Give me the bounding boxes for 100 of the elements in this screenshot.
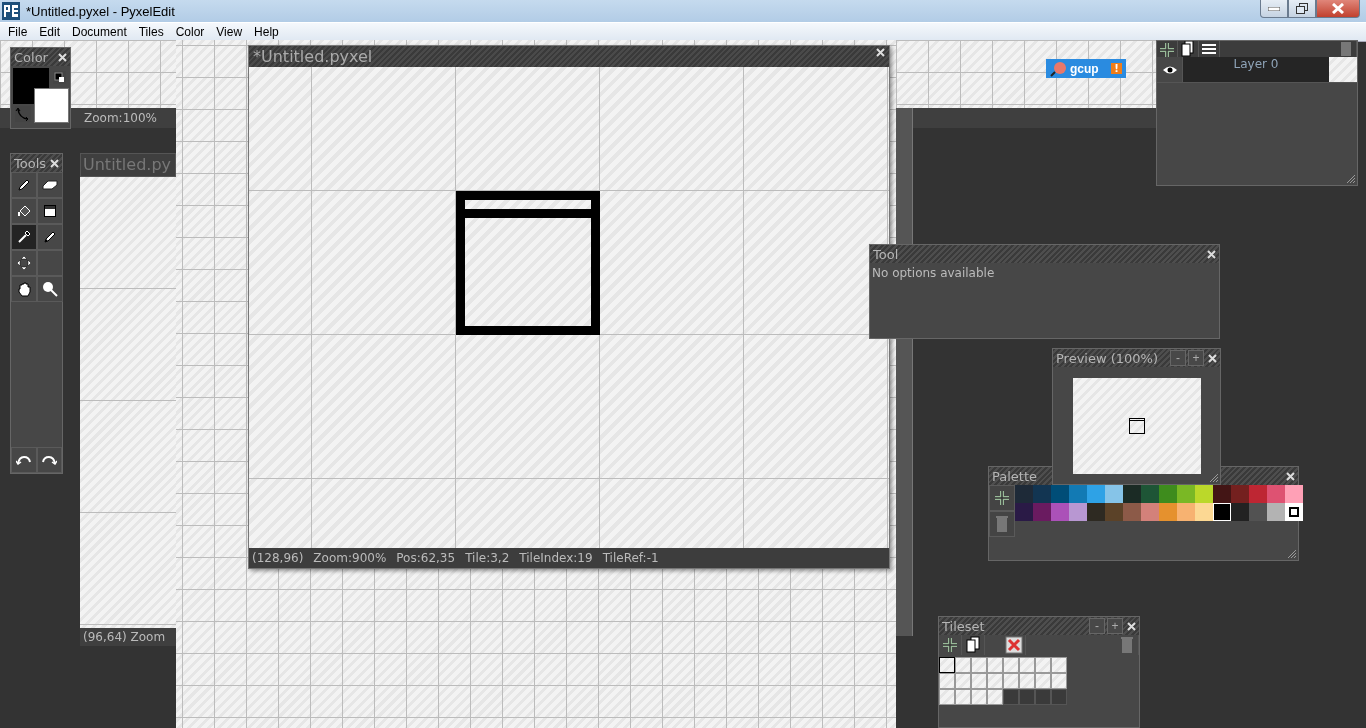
tile[interactable] [939,657,955,673]
menu-item[interactable]: Color [169,25,211,39]
menu-item[interactable]: Tiles [132,25,170,39]
tile[interactable] [987,689,1003,705]
tile[interactable] [1035,673,1051,689]
color-swatch[interactable] [1195,485,1213,503]
tile[interactable] [1019,673,1035,689]
color-swatch[interactable] [1105,485,1123,503]
menu-item[interactable]: View [210,25,249,39]
tile[interactable] [1035,657,1051,673]
menu-item[interactable]: Document [66,25,133,39]
tool-button[interactable] [11,198,37,224]
zoom-out-button[interactable]: - [1170,350,1186,366]
minimize-button[interactable] [1260,0,1288,18]
redo-button[interactable] [36,447,62,473]
color-swatch[interactable] [1231,503,1249,521]
tile[interactable] [939,673,955,689]
color-swatch[interactable] [1267,503,1285,521]
close-icon[interactable] [1286,471,1295,481]
color-swatch[interactable] [1051,485,1069,503]
resize-grip-icon[interactable] [1209,473,1219,483]
tile[interactable] [955,673,971,689]
tile[interactable] [971,657,987,673]
close-icon[interactable] [50,158,59,168]
menu-item[interactable]: Edit [33,25,67,39]
status-text: TileRef:-1 [602,551,659,565]
color-swatch[interactable] [1087,503,1105,521]
tile[interactable] [971,673,987,689]
tool-button[interactable] [37,172,63,198]
tile[interactable] [939,689,955,705]
tile[interactable] [971,689,987,705]
layer-name[interactable]: Layer 0 [1183,57,1329,82]
color-swatch[interactable] [1249,503,1267,521]
zoom-in-button[interactable]: + [1107,618,1123,634]
color-swatch[interactable] [1285,503,1303,521]
menu-item[interactable]: Help [248,25,285,39]
color-swatch[interactable] [1033,485,1051,503]
color-swatch[interactable] [1069,503,1087,521]
duplicate-icon[interactable] [1178,41,1199,57]
secondary-color-swatch[interactable] [34,88,69,123]
tile[interactable] [1051,657,1067,673]
tool-button[interactable] [11,250,37,276]
tool-button[interactable] [11,276,37,302]
eye-icon[interactable] [1161,64,1178,75]
resize-grip-icon[interactable] [1287,549,1297,559]
default-colors-icon[interactable] [53,71,66,84]
color-swatch[interactable] [1105,503,1123,521]
color-swatch[interactable] [1213,485,1231,503]
tool-button[interactable] [37,198,63,224]
color-swatch[interactable] [1087,485,1105,503]
color-swatch[interactable] [1285,485,1303,503]
color-swatch[interactable] [1249,485,1267,503]
tool-button[interactable] [37,224,63,250]
color-swatch[interactable] [1231,485,1249,503]
color-swatch[interactable] [1069,485,1087,503]
close-icon[interactable] [1127,621,1136,631]
tile[interactable] [1003,657,1019,673]
tile[interactable] [987,657,1003,673]
plus-icon[interactable] [989,485,1015,511]
close-icon[interactable] [58,52,67,62]
color-swatch[interactable] [1159,503,1177,521]
panel-title: Tools [14,155,47,171]
menu-item[interactable]: File [2,25,34,39]
undo-button[interactable] [11,447,37,473]
resize-grip-icon[interactable] [1346,174,1356,184]
tile[interactable] [1003,673,1019,689]
tool-button[interactable] [37,276,63,302]
notification-badge[interactable]: gcup ! [1046,59,1126,78]
color-swatch[interactable] [1015,503,1033,521]
color-swatch[interactable] [1123,485,1141,503]
color-swatch[interactable] [1159,485,1177,503]
trash-icon[interactable] [989,511,1015,537]
color-swatch[interactable] [1267,485,1285,503]
tool-button[interactable] [11,224,37,250]
swap-arrow-icon[interactable] [15,106,31,122]
color-swatch[interactable] [1123,503,1141,521]
plus-icon[interactable] [1157,41,1178,57]
zoom-in-button[interactable]: + [1188,350,1204,366]
color-swatch[interactable] [1051,503,1069,521]
tool-button[interactable] [11,172,37,198]
tile[interactable] [1019,657,1035,673]
close-button[interactable] [1316,0,1360,18]
color-swatch[interactable] [1213,503,1231,521]
close-icon[interactable] [1207,249,1216,259]
delete-x-icon[interactable] [1003,635,1026,655]
tile[interactable] [987,673,1003,689]
tile[interactable] [1051,673,1067,689]
color-swatch[interactable] [1141,485,1159,503]
close-icon[interactable] [876,48,885,57]
tile[interactable] [955,657,971,673]
tile[interactable] [955,689,971,705]
color-swatch[interactable] [1033,503,1051,521]
restore-button[interactable] [1288,0,1316,18]
color-swatch[interactable] [1141,503,1159,521]
color-swatch[interactable] [1015,485,1033,503]
zoom-out-button[interactable]: - [1089,618,1105,634]
color-swatch[interactable] [1177,503,1195,521]
close-icon[interactable] [1208,353,1217,363]
color-swatch[interactable] [1195,503,1213,521]
color-swatch[interactable] [1177,485,1195,503]
